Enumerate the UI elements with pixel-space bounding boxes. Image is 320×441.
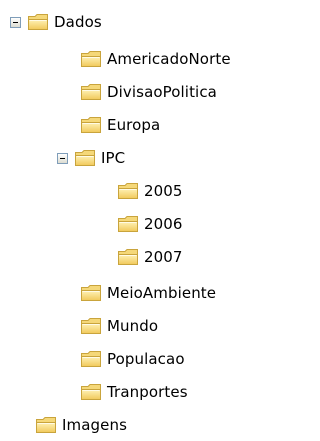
folder-open-icon: [27, 12, 49, 32]
folder-tree: Dados AmericadoNorte DivisaoPolitica Eur…: [0, 0, 274, 441]
tree-node-europa[interactable]: Europa: [80, 113, 160, 137]
tree-node-label: MeioAmbiente: [107, 284, 217, 302]
tree-node-americadonorte[interactable]: AmericadoNorte: [80, 47, 231, 71]
folder-icon: [80, 316, 102, 336]
folder-icon: [80, 349, 102, 369]
folder-icon: [80, 49, 102, 69]
folder-icon: [35, 415, 57, 435]
tree-node-label: IPC: [101, 149, 126, 167]
tree-node-2005[interactable]: 2005: [117, 179, 183, 203]
tree-node-tranportes[interactable]: Tranportes: [80, 380, 188, 404]
collapse-toggle-icon[interactable]: [57, 152, 68, 164]
tree-node-label: Imagens: [62, 416, 127, 434]
tree-node-mundo[interactable]: Mundo: [80, 314, 158, 338]
tree-node-2007[interactable]: 2007: [117, 245, 183, 269]
folder-open-icon: [74, 148, 96, 168]
tree-node-divisaopolitica[interactable]: DivisaoPolitica: [80, 80, 217, 104]
tree-node-meioambiente[interactable]: MeioAmbiente: [80, 281, 216, 305]
folder-icon: [117, 247, 139, 267]
tree-node-label: DivisaoPolitica: [107, 83, 217, 101]
tree-node-label: 2005: [144, 182, 183, 200]
tree-node-imagens[interactable]: Imagens: [35, 413, 127, 437]
folder-icon: [117, 181, 139, 201]
tree-node-label: 2006: [144, 215, 183, 233]
tree-node-label: AmericadoNorte: [107, 50, 231, 68]
tree-node-label: Populacao: [107, 350, 185, 368]
tree-node-label: Tranportes: [107, 383, 188, 401]
folder-icon: [80, 382, 102, 402]
tree-node-ipc[interactable]: IPC: [57, 146, 125, 170]
tree-node-label: 2007: [144, 248, 183, 266]
folder-icon: [80, 82, 102, 102]
collapse-toggle-icon[interactable]: [10, 16, 21, 28]
tree-node-label: Europa: [107, 116, 161, 134]
folder-icon: [117, 214, 139, 234]
tree-node-2006[interactable]: 2006: [117, 212, 183, 236]
folder-icon: [80, 115, 102, 135]
folder-icon: [80, 283, 102, 303]
tree-node-dados[interactable]: Dados: [10, 10, 102, 34]
tree-node-label: Dados: [54, 13, 102, 31]
tree-node-label: Mundo: [107, 317, 159, 335]
tree-node-populacao[interactable]: Populacao: [80, 347, 185, 371]
